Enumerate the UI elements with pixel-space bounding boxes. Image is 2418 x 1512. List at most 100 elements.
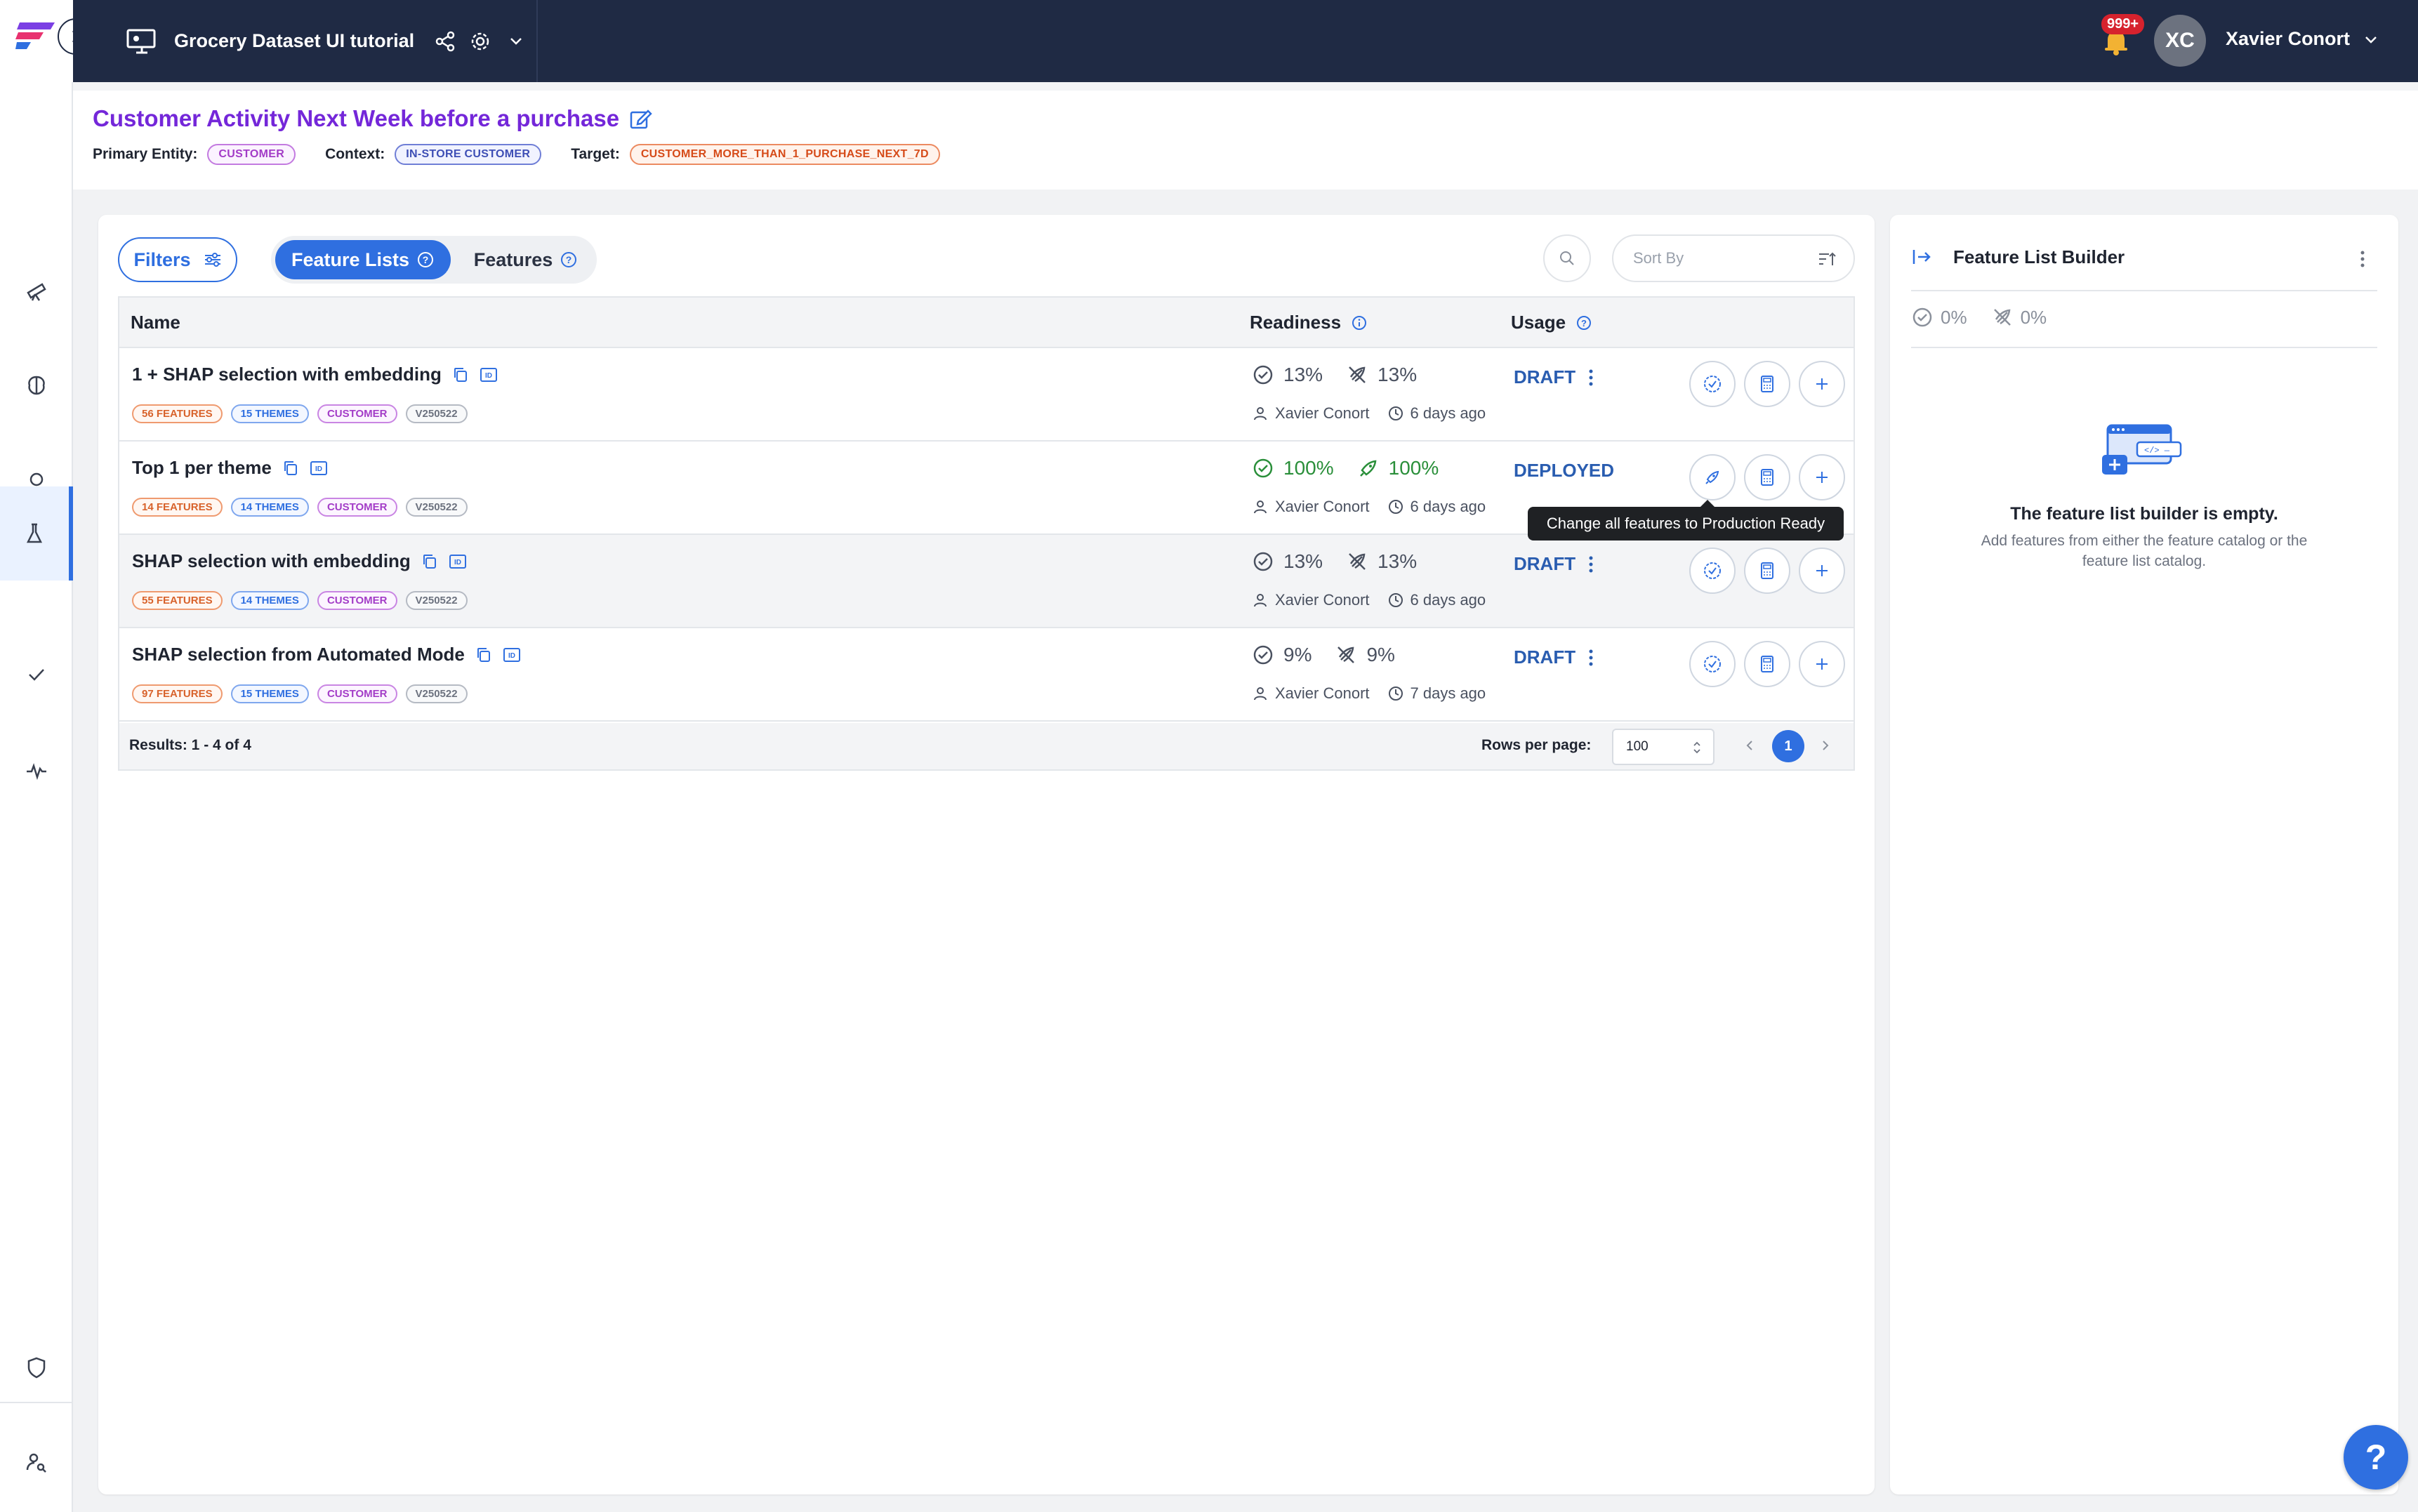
feature-list-name[interactable]: SHAP selection from Automated Mode ID (132, 644, 521, 665)
more-vertical-icon[interactable] (1588, 369, 1594, 387)
row-actions (1689, 454, 1845, 500)
edit-icon[interactable] (628, 107, 652, 131)
usage-status[interactable]: DEPLOYED (1514, 460, 1614, 482)
feature-list-name[interactable]: SHAP selection with embedding ID (132, 550, 467, 572)
notification-badge: 999+ (2101, 14, 2145, 34)
table-row[interactable]: 1 + SHAP selection with embedding ID 56 … (119, 348, 1854, 442)
nav-item-user-search[interactable] (0, 1416, 73, 1510)
avatar[interactable]: XC (2154, 15, 2206, 67)
tab-feature-lists[interactable]: Feature Lists ? (275, 240, 451, 279)
usage-status[interactable]: DRAFT (1514, 646, 1594, 668)
created-age: 6 days ago (1410, 404, 1486, 422)
primary-entity-chip[interactable]: CUSTOMER (207, 144, 296, 165)
collapse-panel-icon[interactable] (1911, 246, 1934, 268)
nav-item-approve[interactable] (0, 628, 73, 722)
help-circle-icon[interactable]: ? (1575, 314, 1592, 331)
more-vertical-icon[interactable] (2359, 250, 2366, 268)
help-button[interactable]: ? (2344, 1425, 2408, 1490)
chevron-left-icon[interactable] (1743, 737, 1757, 754)
copy-icon[interactable] (421, 552, 439, 571)
readiness-percent: 13% (1283, 364, 1323, 385)
svg-text:?: ? (566, 254, 572, 265)
feature-list-name[interactable]: 1 + SHAP selection with embedding ID (132, 364, 498, 385)
brain-icon (28, 376, 45, 395)
id-icon[interactable]: ID (449, 552, 467, 571)
help-circle-icon[interactable]: ? (416, 251, 435, 269)
nav-item-security[interactable] (0, 1320, 73, 1414)
tab-features[interactable]: Features ? (459, 240, 593, 279)
divider (1911, 290, 2377, 291)
column-header-readiness[interactable]: Readiness (1250, 312, 1368, 333)
owner-name: Xavier Conort (1275, 684, 1370, 702)
nav-item-monitor[interactable] (0, 723, 73, 817)
production-percent: 100% (1388, 457, 1439, 479)
chevron-right-icon[interactable] (1818, 737, 1832, 754)
context-chip[interactable]: IN-STORE CUSTOMER (395, 144, 542, 165)
search-button[interactable] (1543, 234, 1591, 282)
builder-readiness: 0% 0% (1911, 306, 2047, 329)
add-button[interactable] (1799, 454, 1845, 500)
calculator-button[interactable] (1744, 548, 1790, 594)
user-name[interactable]: Xavier Conort (2226, 28, 2350, 50)
more-vertical-icon[interactable] (1588, 555, 1594, 573)
project-selector[interactable]: Grocery Dataset UI tutorial (73, 0, 538, 82)
readiness-values: 13% 13% (1253, 550, 1417, 573)
production-ready-button[interactable] (1689, 641, 1736, 687)
copy-icon[interactable] (282, 459, 300, 477)
feature-list-name[interactable]: Top 1 per theme ID (132, 457, 328, 479)
view-toggle: Feature Lists ? Features ? (271, 236, 597, 284)
column-header-usage[interactable]: Usage ? (1511, 312, 1592, 333)
svg-text:?: ? (1581, 318, 1587, 329)
id-icon[interactable]: ID (480, 366, 498, 384)
nav-item-brain[interactable] (0, 338, 73, 432)
rocket-off-icon (1349, 366, 1366, 383)
user-menu-chevron-icon[interactable] (2363, 32, 2379, 48)
add-button[interactable] (1799, 361, 1845, 407)
user-icon (1254, 594, 1267, 607)
production-ready-button[interactable] (1689, 361, 1736, 407)
id-icon[interactable]: ID (310, 459, 328, 477)
app-logo-icon[interactable] (15, 18, 56, 52)
svg-text:ID: ID (315, 465, 322, 473)
project-title[interactable]: Grocery Dataset UI tutorial (174, 30, 414, 52)
created-age: 6 days ago (1410, 498, 1486, 515)
column-header-name[interactable]: Name (131, 312, 180, 333)
builder-production-percent: 0% (2020, 306, 2047, 328)
deploy-button[interactable] (1689, 454, 1736, 500)
calculator-button[interactable] (1744, 454, 1790, 500)
plus-icon (1816, 472, 1828, 483)
table-row[interactable]: SHAP selection from Automated Mode ID 97… (119, 628, 1854, 722)
calculator-button[interactable] (1744, 641, 1790, 687)
copy-icon[interactable] (451, 366, 470, 384)
production-ready-button[interactable] (1689, 548, 1736, 594)
sort-by-select[interactable]: Sort By (1612, 234, 1855, 282)
target-chip[interactable]: CUSTOMER_MORE_THAN_1_PURCHASE_NEXT_7D (629, 144, 940, 165)
filters-button[interactable]: Filters (118, 237, 237, 282)
table-row[interactable]: SHAP selection with embedding ID 55 FEAT… (119, 535, 1854, 628)
add-button[interactable] (1799, 548, 1845, 594)
results-count: Results: 1 - 4 of 4 (129, 737, 251, 753)
info-icon[interactable] (1351, 314, 1368, 331)
page-button-current[interactable]: 1 (1772, 730, 1804, 762)
share-icon[interactable] (435, 31, 456, 52)
nav-item-experiment[interactable] (0, 486, 73, 581)
calculator-icon (1761, 469, 1773, 486)
readiness-percent: 9% (1283, 644, 1312, 665)
calculator-button[interactable] (1744, 361, 1790, 407)
flask-icon (26, 523, 43, 543)
production-percent: 9% (1366, 644, 1395, 665)
help-circle-icon[interactable]: ? (560, 251, 578, 269)
readiness-percent: 13% (1283, 550, 1323, 572)
clock-icon (1388, 500, 1403, 514)
chevron-down-icon[interactable] (508, 34, 524, 49)
more-vertical-icon[interactable] (1588, 649, 1594, 667)
usage-status[interactable]: DRAFT (1514, 366, 1594, 388)
tag-feature-count: 56 FEATURES (132, 404, 223, 423)
copy-icon[interactable] (475, 646, 493, 664)
add-button[interactable] (1799, 641, 1845, 687)
id-icon[interactable]: ID (503, 646, 521, 664)
rows-per-page-select[interactable]: 100 (1612, 729, 1715, 765)
nav-item-explore[interactable] (0, 243, 73, 337)
gear-icon[interactable] (469, 30, 491, 53)
usage-status[interactable]: DRAFT (1514, 553, 1594, 575)
